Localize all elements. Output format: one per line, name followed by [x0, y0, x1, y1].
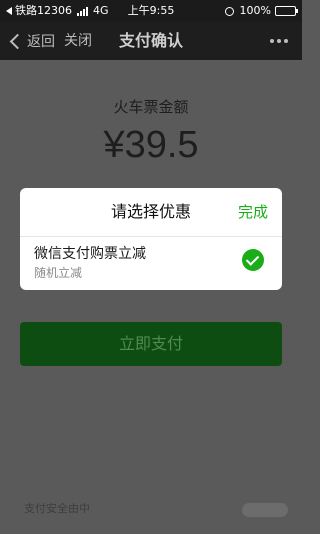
- alarm-icon: [224, 6, 234, 16]
- pay-now-button[interactable]: 立即支付: [20, 322, 282, 366]
- more-icon[interactable]: [267, 39, 288, 43]
- done-button[interactable]: 完成: [238, 188, 268, 236]
- battery-icon: [275, 6, 298, 16]
- battery-percent: 100%: [239, 4, 271, 17]
- nav-bar: 返回 关闭 支付确认: [0, 22, 302, 60]
- discount-modal: 请选择优惠 完成 微信支付购票立减 随机立减: [20, 188, 282, 290]
- option-title: 微信支付购票立减: [34, 246, 146, 262]
- security-footer-text: 支付安全由中: [24, 502, 90, 515]
- check-circle-icon[interactable]: [242, 249, 264, 271]
- option-subtitle: 随机立减: [34, 266, 83, 280]
- amount-label: 火车票金额: [113, 98, 189, 116]
- footer-logo: [242, 503, 288, 517]
- status-bar: 铁路12306 4G 上午9:55 100%: [0, 0, 302, 22]
- page-title: 支付确认: [118, 31, 183, 50]
- discount-option[interactable]: 微信支付购票立减 随机立减: [20, 237, 282, 290]
- payment-content: 火车票金额 ¥39.5 立即支付 支付安全由中: [0, 60, 302, 534]
- amount-value: ¥39.5: [103, 124, 199, 166]
